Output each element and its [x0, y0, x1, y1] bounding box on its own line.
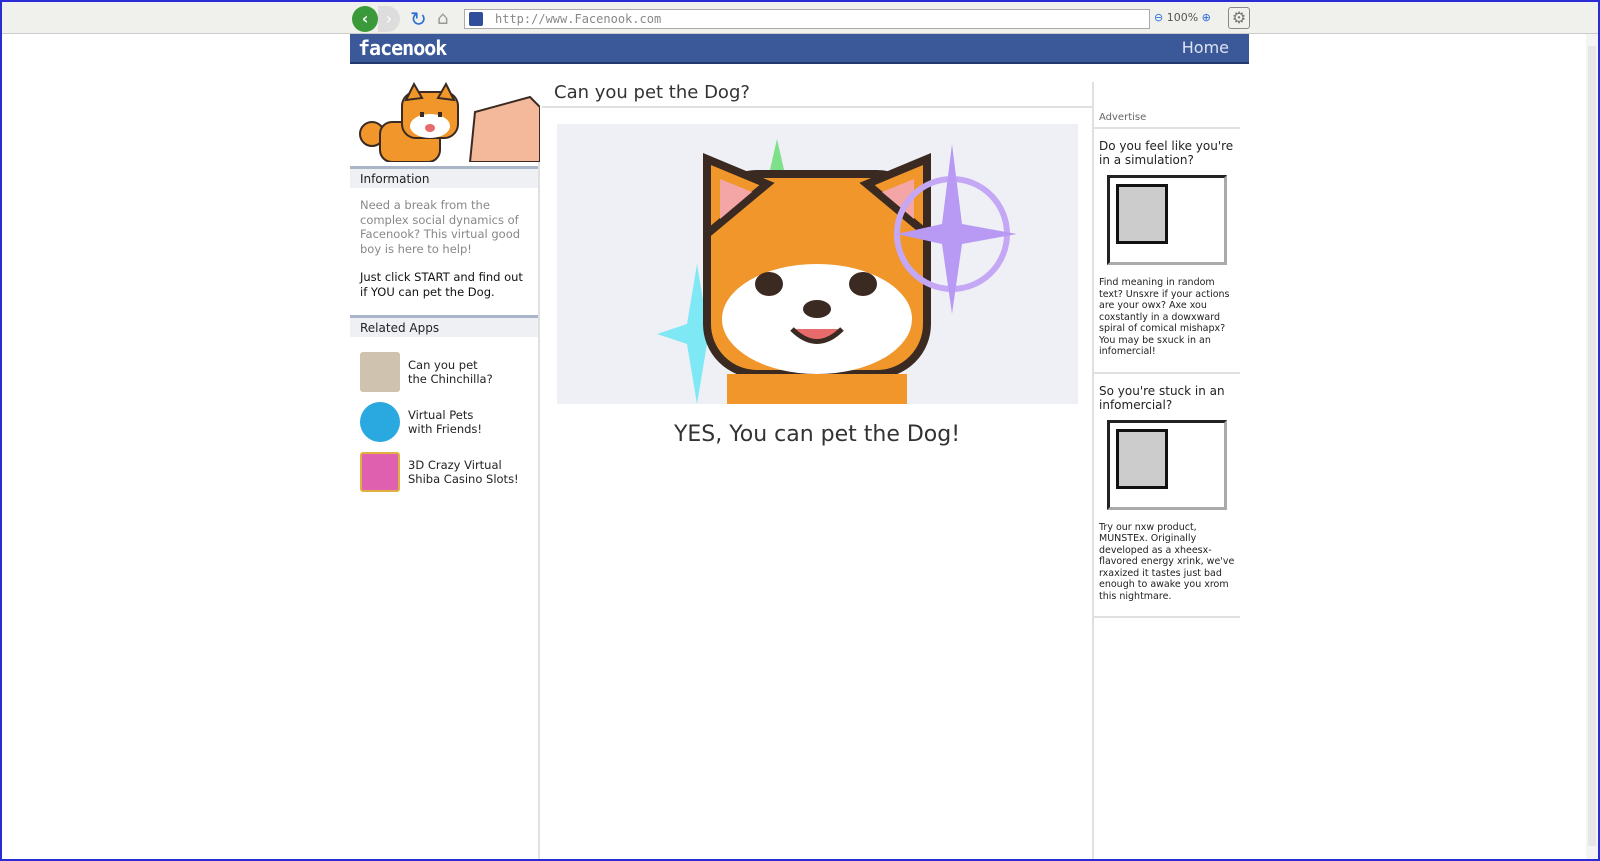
ads-sidebar: Advertise Do you feel like you're in a s…: [1094, 107, 1240, 618]
zoom-in-icon[interactable]: ⊕: [1202, 11, 1211, 24]
ad-title: So you're stuck in an infomercial?: [1099, 383, 1225, 412]
chinchilla-icon: [360, 352, 400, 392]
left-sidebar: Information Need a break from the comple…: [350, 81, 541, 861]
broken-image-icon: [1107, 419, 1227, 510]
ad-title: Do you feel like you're in a simulation?: [1099, 139, 1234, 167]
related-app-casino-slots[interactable]: 3D Crazy Virtual Shiba Casino Slots!: [350, 447, 538, 497]
result-message: YES, You can pet the Dog!: [673, 422, 961, 447]
app-title-line: with Friends!: [408, 422, 483, 436]
forward-button[interactable]: ›: [378, 6, 400, 32]
scrollbar-thumb[interactable]: [1588, 46, 1596, 846]
related-app-chinchilla[interactable]: Can you pet the Chinchilla?: [350, 347, 538, 397]
site-header: facenook Home: [350, 34, 1249, 64]
back-button[interactable]: ‹: [352, 6, 378, 32]
dog-image[interactable]: [557, 124, 1078, 404]
page-title: Can you pet the Dog?: [542, 82, 1092, 108]
info-cta: Just click START and find out if YOU can…: [360, 270, 523, 299]
ad-text: Find meaning in random text? Unsxre if y…: [1099, 277, 1230, 357]
ad-text: Try our nxw product, MUNSTEx. Originally…: [1099, 521, 1235, 602]
gear-icon[interactable]: ⚙: [1228, 7, 1250, 29]
scrollbar[interactable]: [1586, 34, 1598, 859]
reload-icon[interactable]: ↻: [410, 6, 436, 32]
app-title-line: the Chinchilla?: [408, 372, 493, 386]
home-link[interactable]: Home: [1182, 38, 1229, 57]
advertise-heading: Advertise: [1094, 107, 1240, 129]
home-icon[interactable]: ⌂: [437, 6, 463, 32]
page-icon: [469, 12, 483, 26]
main-content: Can you pet the Dog? YES, You can pet th…: [542, 82, 1094, 861]
url-text: http://www.Facenook.com: [495, 12, 662, 26]
shiba-wave-banner: [350, 81, 541, 163]
app-title-line: Can you pet: [408, 358, 478, 372]
app-title-line: Virtual Pets: [408, 408, 474, 422]
logo[interactable]: facenook: [358, 36, 447, 60]
browser-toolbar: ‹ › ↻ ⌂ http://www.Facenook.com ⊖ 100% ⊕…: [0, 2, 1598, 34]
related-apps-heading: Related Apps: [350, 315, 538, 337]
app-title-line: Shiba Casino Slots!: [408, 472, 519, 486]
ad-item[interactable]: Do you feel like you're in a simulation?…: [1094, 129, 1240, 374]
information-heading: Information: [350, 166, 538, 188]
blue-pet-icon: [360, 402, 400, 442]
info-text: Need a break from the complex social dyn…: [360, 198, 521, 256]
zoom-out-icon[interactable]: ⊖: [1154, 11, 1163, 24]
broken-image-icon: [1107, 175, 1227, 265]
app-title-line: 3D Crazy Virtual: [408, 458, 502, 472]
zoom-level: 100%: [1166, 11, 1199, 24]
zoom-control[interactable]: ⊖ 100% ⊕: [1154, 11, 1211, 24]
related-app-virtual-pets[interactable]: Virtual Pets with Friends!: [350, 397, 538, 447]
url-bar[interactable]: http://www.Facenook.com: [464, 9, 1150, 29]
casino-icon: [360, 452, 400, 492]
ad-item[interactable]: So you're stuck in an infomercial? Try o…: [1094, 374, 1240, 618]
